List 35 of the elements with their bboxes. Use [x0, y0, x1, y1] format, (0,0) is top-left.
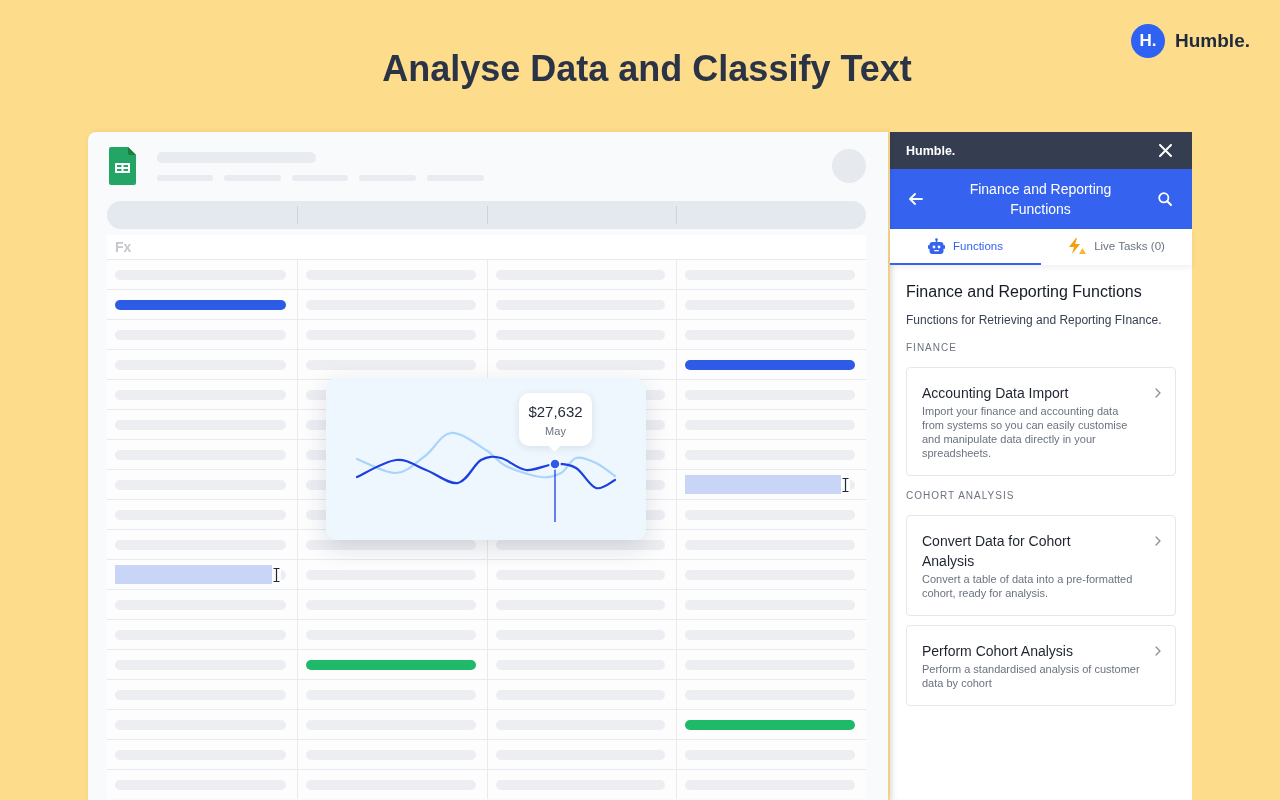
close-icon[interactable] — [1159, 144, 1172, 157]
placeholder-bar — [280, 569, 286, 580]
logo-mark: H. — [1131, 24, 1166, 58]
function-card[interactable]: Convert Data for Cohort Analysis Convert a table of data into a pre-formatted cohort, ready for analysis. — [906, 515, 1176, 616]
search-icon[interactable] — [1158, 192, 1172, 206]
card-title: Perform Cohort Analysis — [922, 642, 1073, 661]
tab[interactable]: Functions — [890, 229, 1041, 265]
function-card[interactable]: Perform Cohort Analysis Perform a standardised analysis of customer data by cohort — [906, 625, 1176, 706]
spreadsheet-icon — [109, 147, 136, 185]
function-card[interactable]: Accounting Data Import Import your finance and accounting data from systems so you can easily customise and manipulate data directly in your spreadsheets. — [906, 367, 1176, 476]
card-description: Convert a table of data into a pre-formatted cohort, ready for analysis. — [922, 572, 1134, 600]
card-description: Perform a standardised analysis of customer data by cohort — [922, 662, 1141, 690]
panel-brand: Humble. — [906, 143, 956, 158]
section-subtitle: Functions for Retrieving and Reporting FInance. — [906, 312, 1163, 328]
text-cursor-icon — [272, 567, 280, 582]
chevron-right-icon — [1155, 646, 1161, 656]
tooltip-value: $27,632 — [528, 402, 583, 422]
brand-name: Humble. — [1175, 30, 1250, 52]
panel-title: Finance and Reporting Functions — [968, 180, 1113, 219]
card-title: Accounting Data Import — [922, 384, 1069, 403]
text-cursor-icon — [842, 477, 849, 492]
page-title: Analyse Data and Classify Text — [382, 47, 912, 91]
category-label: FINANCE — [906, 342, 958, 354]
lightning-icon — [1068, 238, 1087, 254]
tab[interactable]: Live Tasks (0) — [1041, 229, 1192, 265]
chevron-right-icon — [1155, 536, 1161, 546]
robot-icon — [928, 238, 946, 254]
card-title: Convert Data for Cohort Analysis — [922, 532, 1072, 571]
back-arrow-icon[interactable] — [909, 193, 923, 205]
placeholder-bar — [850, 479, 855, 490]
section-heading: Finance and Reporting Functions — [906, 282, 1143, 302]
formula-label: Fx — [115, 239, 132, 255]
card-description: Import your finance and accounting data from systems so you can easily customise and manipulate data directly in your spreadsheets. — [922, 404, 1129, 460]
chevron-right-icon — [1155, 388, 1161, 398]
category-label: COHORT ANALYSIS — [906, 490, 1016, 502]
